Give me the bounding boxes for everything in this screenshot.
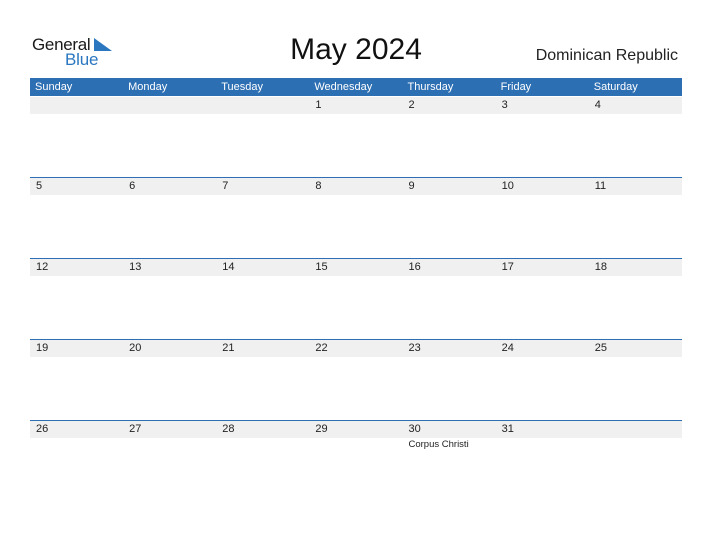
date-strip: 1 2 3 4 [30, 97, 682, 114]
day-number: 27 [129, 423, 142, 435]
date-strip: 5 6 7 8 9 10 11 [30, 177, 682, 195]
holiday-label [216, 438, 309, 452]
day-number: 19 [36, 342, 49, 354]
week-row: 19 20 21 22 23 24 25 [30, 339, 682, 420]
day-number: 1 [315, 99, 322, 111]
day-number: 4 [594, 99, 601, 111]
weekday-header: Sunday Monday Tuesday Wednesday Thursday… [30, 78, 682, 96]
weekday-label: Tuesday [221, 81, 264, 93]
day-number: 8 [315, 180, 322, 192]
week-row: 5 6 7 8 9 10 11 [30, 177, 682, 258]
day-number: 20 [129, 342, 142, 354]
day-number [123, 97, 216, 114]
day-number: 23 [408, 342, 421, 354]
date-strip: 26 27 28 29 30 31 [30, 420, 682, 438]
events-row: Corpus Christi [30, 438, 682, 452]
day-number: 24 [501, 342, 514, 354]
day-number [30, 97, 123, 114]
date-strip: 12 13 14 15 16 17 18 [30, 258, 682, 276]
country-name: Dominican Republic [535, 47, 678, 64]
day-number: 13 [129, 261, 142, 273]
weekday-label: Friday [500, 81, 532, 93]
holiday-label [309, 438, 402, 452]
holiday-label: Corpus Christi [408, 439, 469, 450]
day-number: 21 [222, 342, 235, 354]
day-number: 18 [594, 261, 607, 273]
holiday-label [30, 438, 123, 452]
day-number: 11 [594, 180, 607, 192]
day-number: 15 [315, 261, 328, 273]
day-number: 6 [129, 180, 136, 192]
holiday-label [589, 438, 682, 452]
weekday-label: Sunday [35, 81, 73, 93]
day-number: 9 [408, 180, 415, 192]
day-number: 25 [594, 342, 607, 354]
day-number: 14 [222, 261, 235, 273]
day-number: 26 [36, 423, 49, 435]
day-number [216, 97, 309, 114]
day-number: 30 [408, 423, 421, 435]
day-number: 5 [36, 180, 43, 192]
day-number [589, 421, 682, 438]
week-row: 1 2 3 4 [30, 97, 682, 178]
day-number: 10 [501, 180, 514, 192]
day-number: 31 [501, 423, 514, 435]
week-row: 26 27 28 29 30 31 Corpus Christi [30, 420, 682, 501]
weekday-label: Saturday [593, 81, 638, 93]
weekday-label: Wednesday [314, 81, 373, 93]
day-number: 7 [222, 180, 229, 192]
calendar-grid: Sunday Monday Tuesday Wednesday Thursday… [30, 78, 682, 450]
day-number: 17 [501, 261, 514, 273]
day-number: 3 [501, 99, 508, 111]
day-number: 29 [315, 423, 328, 435]
week-row: 12 13 14 15 16 17 18 [30, 258, 682, 339]
day-number: 22 [315, 342, 328, 354]
holiday-label [496, 438, 589, 452]
weekday-label: Monday [128, 81, 168, 93]
holiday-label [123, 438, 216, 452]
day-number: 12 [36, 261, 49, 273]
day-number: 16 [408, 261, 421, 273]
weekday-label: Thursday [407, 81, 454, 93]
date-strip: 19 20 21 22 23 24 25 [30, 339, 682, 357]
day-number: 2 [408, 99, 415, 111]
day-number: 28 [222, 423, 235, 435]
